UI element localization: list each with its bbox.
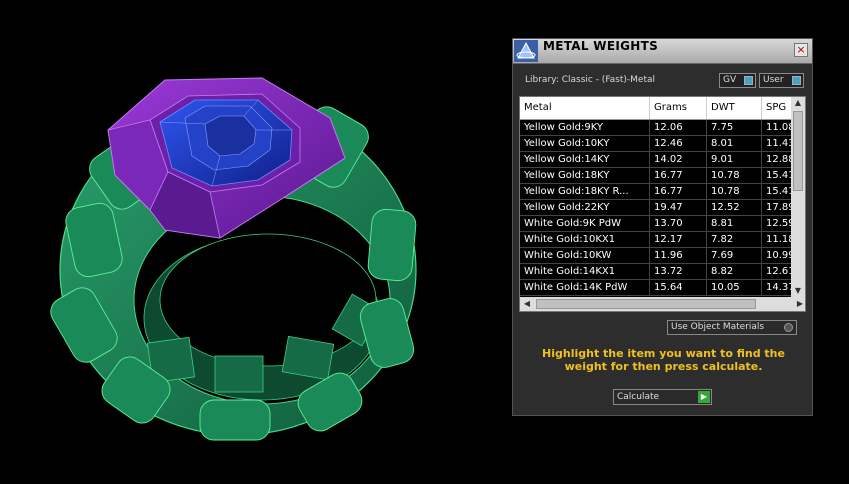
metal-table[interactable]: Metal Grams DWT SPG Yellow Gold:9KY 12.06… [519, 96, 806, 312]
table-row[interactable]: Yellow Gold:18KY R... 16.77 10.78 15.41 [520, 184, 792, 200]
dwt-cell: 7.82 [707, 232, 762, 248]
horizontal-scrollbar[interactable]: ◀ ▶ [520, 297, 805, 311]
dwt-cell: 10.05 [707, 280, 762, 296]
scroll-up-icon[interactable]: ▲ [791, 97, 805, 109]
gv-toggle-label: GV [723, 75, 737, 85]
calculate-button[interactable]: Calculate ▶ [613, 389, 712, 405]
table-body: Yellow Gold:9KY 12.06 7.75 11.08 Yellow Gold… [520, 120, 792, 296]
dwt-cell: 7.75 [707, 120, 762, 136]
column-header-grams[interactable]: Grams [650, 97, 707, 119]
calculate-label: Calculate [617, 392, 660, 402]
dwt-cell: 7.69 [707, 248, 762, 264]
app-logo-icon [514, 40, 538, 62]
spg-cell: 15.41 [762, 168, 792, 184]
use-object-materials-toggle[interactable]: Use Object Materials [667, 320, 797, 335]
metal-cell: Yellow Gold:14KY [520, 152, 650, 168]
grams-cell: 13.72 [650, 264, 707, 280]
instructions-text: Highlight the item you want to find the … [542, 347, 785, 373]
table-row[interactable]: Yellow Gold:9KY 12.06 7.75 11.08 [520, 120, 792, 136]
dwt-cell: 9.01 [707, 152, 762, 168]
table-row[interactable]: White Gold:14K PdW 15.64 10.05 14.37 [520, 280, 792, 296]
grams-cell: 12.06 [650, 120, 707, 136]
metal-cell: White Gold:10KW [520, 248, 650, 264]
table-row[interactable]: Yellow Gold:18KY 16.77 10.78 15.41 [520, 168, 792, 184]
panel-title: METAL WEIGHTS [543, 39, 659, 53]
dwt-cell: 10.78 [707, 168, 762, 184]
metal-cell: White Gold:9K PdW [520, 216, 650, 232]
table-row[interactable]: White Gold:10KW 11.96 7.69 10.99 [520, 248, 792, 264]
grams-cell: 14.02 [650, 152, 707, 168]
spg-cell: 14.37 [762, 280, 792, 296]
metal-cell: Yellow Gold:18KY [520, 168, 650, 184]
metal-cell: Yellow Gold:10KY [520, 136, 650, 152]
spg-cell: 11.43 [762, 136, 792, 152]
column-header-dwt[interactable]: DWT [707, 97, 762, 119]
play-icon: ▶ [698, 391, 710, 403]
grams-cell: 12.46 [650, 136, 707, 152]
dwt-cell: 8.82 [707, 264, 762, 280]
scroll-down-icon[interactable]: ▼ [791, 285, 805, 297]
table-row[interactable]: Yellow Gold:22KY 19.47 12.52 17.89 [520, 200, 792, 216]
dwt-cell: 8.01 [707, 136, 762, 152]
table-row[interactable]: White Gold:9K PdW 13.70 8.81 12.59 [520, 216, 792, 232]
table-row[interactable]: White Gold:14KX1 13.72 8.82 12.61 [520, 264, 792, 280]
spg-cell: 12.59 [762, 216, 792, 232]
use-object-materials-label: Use Object Materials [671, 322, 765, 332]
spg-cell: 12.88 [762, 152, 792, 168]
gv-toggle[interactable]: GV [719, 73, 756, 88]
ring-inner-hole [159, 233, 377, 367]
table-row[interactable]: Yellow Gold:10KY 12.46 8.01 11.43 [520, 136, 792, 152]
panel-titlebar[interactable]: METAL WEIGHTS × [513, 39, 812, 64]
spg-cell: 17.89 [762, 200, 792, 216]
grams-cell: 16.77 [650, 184, 707, 200]
library-label: Library: Classic - (Fast)-Metal [525, 75, 656, 85]
grams-cell: 12.17 [650, 232, 707, 248]
metal-cell: Yellow Gold:9KY [520, 120, 650, 136]
metal-cell: White Gold:10KX1 [520, 232, 650, 248]
dwt-cell: 8.81 [707, 216, 762, 232]
metal-cell: White Gold:14K PdW [520, 280, 650, 296]
grams-cell: 15.64 [650, 280, 707, 296]
grams-cell: 11.96 [650, 248, 707, 264]
spg-cell: 15.41 [762, 184, 792, 200]
dwt-cell: 12.52 [707, 200, 762, 216]
grams-cell: 16.77 [650, 168, 707, 184]
metal-cell: Yellow Gold:22KY [520, 200, 650, 216]
user-toggle-label: User [763, 75, 784, 85]
table-row[interactable]: Yellow Gold:14KY 14.02 9.01 12.88 [520, 152, 792, 168]
table-row[interactable]: White Gold:10KX1 12.17 7.82 11.18 [520, 232, 792, 248]
toggle-knob-icon [744, 76, 753, 85]
scroll-left-icon[interactable]: ◀ [520, 297, 534, 311]
3d-viewport[interactable] [0, 0, 512, 484]
metal-cell: Yellow Gold:18KY R... [520, 184, 650, 200]
spg-cell: 11.18 [762, 232, 792, 248]
scroll-right-icon[interactable]: ▶ [793, 297, 805, 311]
vertical-scrollbar[interactable]: ▲ ▼ [791, 97, 805, 297]
spg-cell: 11.08 [762, 120, 792, 136]
dwt-cell: 10.78 [707, 184, 762, 200]
spg-cell: 10.99 [762, 248, 792, 264]
table-header: Metal Grams DWT SPG [520, 97, 792, 120]
column-header-metal[interactable]: Metal [520, 97, 650, 119]
metal-cell: White Gold:14KX1 [520, 264, 650, 280]
user-toggle[interactable]: User [759, 73, 804, 88]
toggle-knob-icon [792, 76, 801, 85]
spg-cell: 12.61 [762, 264, 792, 280]
close-button[interactable]: × [794, 43, 808, 57]
radio-icon [784, 323, 793, 332]
horizontal-scroll-thumb[interactable] [536, 299, 756, 309]
close-icon: × [796, 43, 806, 56]
vertical-scroll-thumb[interactable] [793, 111, 803, 191]
grams-cell: 13.70 [650, 216, 707, 232]
grams-cell: 19.47 [650, 200, 707, 216]
column-header-spg[interactable]: SPG [762, 97, 792, 119]
metal-weights-panel: METAL WEIGHTS × Library: Classic - (Fast… [512, 38, 813, 416]
ring-model [50, 77, 417, 441]
